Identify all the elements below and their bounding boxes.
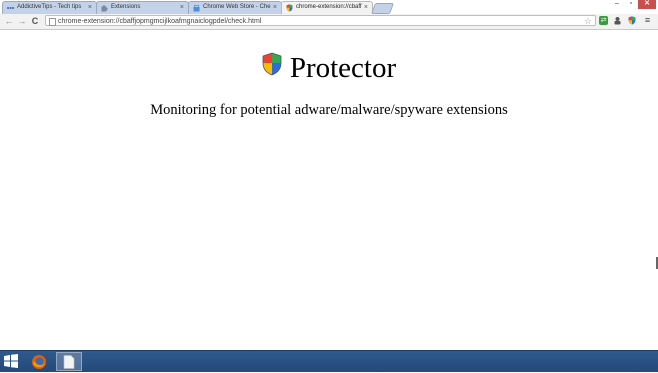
forward-button[interactable]: → [16,15,28,27]
minimize-button[interactable]: – [610,0,624,9]
extension-green-icon[interactable]: ⇄ [599,16,608,25]
tab-addictivetips[interactable]: AddictiveTips - Tech tips × [2,1,97,14]
tab-close-icon[interactable]: × [88,2,92,13]
extension-incognito-icon[interactable] [613,16,622,25]
tab-title: Extensions [111,4,141,10]
tab-strip: AddictiveTips - Tech tips × Extensions ×… [0,0,658,14]
extension-protector-icon[interactable] [627,16,636,25]
page-icon [49,18,56,26]
firefox-icon[interactable] [26,352,52,371]
tab-close-icon[interactable]: × [273,2,277,13]
page-title: Protector [289,52,397,84]
chrome-menu-icon[interactable]: ≡ [643,16,652,25]
windows-start-icon[interactable] [4,354,20,370]
close-window-button[interactable]: ✕ [638,0,656,9]
window-controls: – ▫ ✕ [610,0,656,9]
tab-title: chrome-extension://cbaff [296,4,362,10]
puzzle-icon [101,4,108,11]
back-button[interactable]: ← [3,15,15,27]
tab-close-icon[interactable]: × [364,2,368,13]
reload-button[interactable]: C [29,15,41,27]
tab-close-icon[interactable]: × [180,2,184,13]
page-content: Protector Monitoring for potential adwar… [0,30,658,350]
maximize-button[interactable]: ▫ [624,0,638,9]
file-explorer-icon[interactable] [56,352,82,371]
tab-chrome-extension[interactable]: chrome-extension://cbaff × [281,1,373,14]
tab-title: AddictiveTips - Tech tips [17,4,82,10]
webstore-icon [193,4,200,11]
tab-chrome-web-store[interactable]: Chrome Web Store - Che × [188,1,282,14]
page-heading: Protector [0,50,658,86]
tab-extensions[interactable]: Extensions × [96,1,189,14]
shield-icon [286,4,293,12]
browser-toolbar: ← → C chrome-extension://cbaffjopmgmcijl… [0,14,658,30]
tab-title: Chrome Web Store - Che [203,4,271,10]
addictivetips-icon [7,5,14,11]
taskbar [0,350,658,372]
bookmark-star-icon[interactable]: ☆ [584,16,592,27]
new-tab-button[interactable] [370,3,395,14]
page-subtitle: Monitoring for potential adware/malware/… [150,102,508,118]
address-bar[interactable]: chrome-extension://cbaffjopmgmcijlkoafmg… [45,15,596,26]
shield-icon [262,49,282,85]
address-text: chrome-extension://cbaffjopmgmcijlkoafmg… [58,18,262,25]
